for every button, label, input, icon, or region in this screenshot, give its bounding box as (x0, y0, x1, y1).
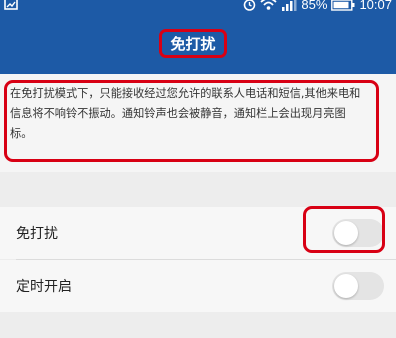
setting-label: 定时开启 (16, 279, 72, 295)
description-section: 在免打扰模式下，只能接收经过您允许的联系人电话和短信,其他来电和信息将不响铃不振… (0, 74, 396, 172)
scheduled-toggle[interactable] (332, 272, 384, 300)
toggle-highlight (303, 206, 385, 253)
setting-label: 免打扰 (16, 226, 58, 242)
image-icon (4, 0, 18, 11)
description-text: 在免打扰模式下，只能接收经过您允许的联系人电话和短信,其他来电和信息将不响铃不振… (10, 87, 361, 140)
page-title: 免打扰 (170, 35, 216, 53)
title-highlight: 免打扰 (159, 29, 227, 58)
toggle-knob (334, 274, 358, 298)
signal-icon (281, 0, 297, 11)
battery-icon (331, 0, 355, 11)
status-bar: 85% 10:07 (0, 0, 396, 12)
battery-text: 85% (301, 0, 328, 12)
alarm-icon (243, 0, 256, 11)
setting-row-scheduled[interactable]: 定时开启 (0, 260, 396, 312)
wifi-icon (260, 0, 278, 11)
app-header: 免打扰 (0, 12, 396, 74)
clock-time: 10:07 (359, 0, 392, 12)
